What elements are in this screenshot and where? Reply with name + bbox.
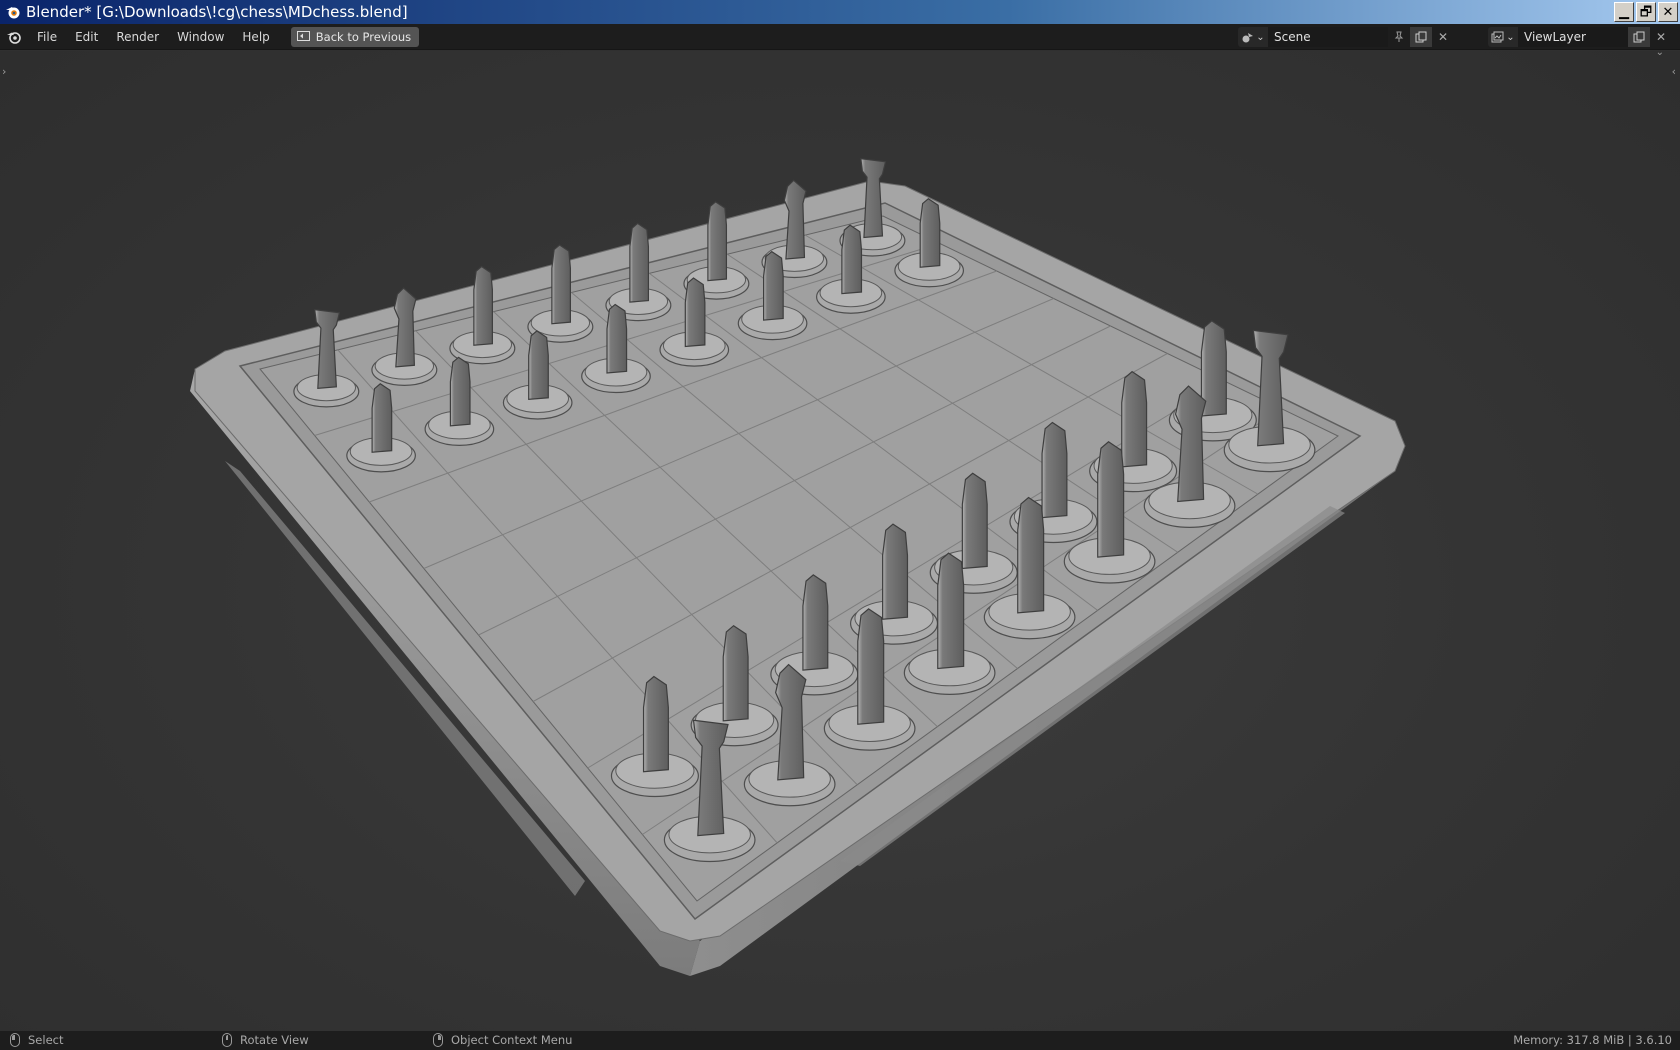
restore-button[interactable]: 🗗 — [1636, 2, 1656, 22]
screen-back-icon — [296, 31, 310, 41]
status-context: Object Context Menu — [433, 1033, 572, 1047]
blender-menu-icon[interactable] — [0, 24, 28, 50]
viewlayer-selector: ⌄ ViewLayer ✕ — [1488, 26, 1672, 48]
status-select: Select — [10, 1033, 63, 1047]
new-viewlayer-icon[interactable] — [1628, 27, 1650, 47]
chess-scene[interactable] — [0, 51, 1680, 1031]
menu-window[interactable]: Window — [168, 26, 233, 48]
scene-name-field[interactable]: Scene — [1268, 27, 1388, 47]
status-rotate-label: Rotate View — [240, 1033, 309, 1047]
back-to-previous-button[interactable]: Back to Previous — [290, 26, 420, 47]
status-bar: Select Rotate View Object Context Menu M… — [0, 1031, 1680, 1050]
pin-icon[interactable] — [1388, 27, 1410, 47]
scene-icon — [1242, 32, 1254, 42]
scene-selector: ⌄ Scene ✕ — [1238, 26, 1454, 48]
top-menubar: File Edit Render Window Help Back to Pre… — [0, 24, 1680, 50]
window-titlebar: Blender* [G:\Downloads\!cg\chess\MDchess… — [0, 0, 1680, 24]
minimize-button[interactable]: ▁ — [1614, 2, 1634, 22]
mouse-middle-icon — [222, 1033, 232, 1047]
close-button[interactable]: ✕ — [1658, 2, 1678, 22]
menu-render[interactable]: Render — [107, 26, 168, 48]
chess-board[interactable] — [190, 180, 1406, 976]
memory-usage: Memory: 317.8 MiB | 3.6.10 — [1513, 1033, 1672, 1047]
menu-help[interactable]: Help — [233, 26, 278, 48]
mouse-right-icon — [433, 1033, 443, 1047]
back-to-previous-label: Back to Previous — [315, 29, 412, 44]
viewlayer-browse-dropdown[interactable]: ⌄ — [1488, 27, 1518, 47]
status-rotate: Rotate View — [222, 1033, 309, 1047]
window-title: Blender* [G:\Downloads\!cg\chess\MDchess… — [26, 3, 408, 21]
scene-browse-dropdown[interactable]: ⌄ — [1238, 27, 1268, 47]
viewlayer-name-field[interactable]: ViewLayer — [1518, 27, 1628, 47]
menu-edit[interactable]: Edit — [66, 26, 107, 48]
blender-logo-icon — [2, 1, 24, 23]
viewlayer-icon — [1491, 31, 1504, 42]
delete-scene-icon[interactable]: ✕ — [1432, 27, 1454, 47]
chevron-down-icon: ⌄ — [1506, 31, 1515, 43]
3d-viewport[interactable]: › ‹ ⌄ — [0, 51, 1680, 1031]
status-select-label: Select — [28, 1033, 64, 1047]
new-scene-icon[interactable] — [1410, 27, 1432, 47]
delete-viewlayer-icon[interactable]: ✕ — [1650, 27, 1672, 47]
menu-file[interactable]: File — [28, 26, 66, 48]
status-context-label: Object Context Menu — [451, 1033, 573, 1047]
mouse-left-icon — [10, 1033, 20, 1047]
chevron-down-icon: ⌄ — [1256, 31, 1265, 43]
